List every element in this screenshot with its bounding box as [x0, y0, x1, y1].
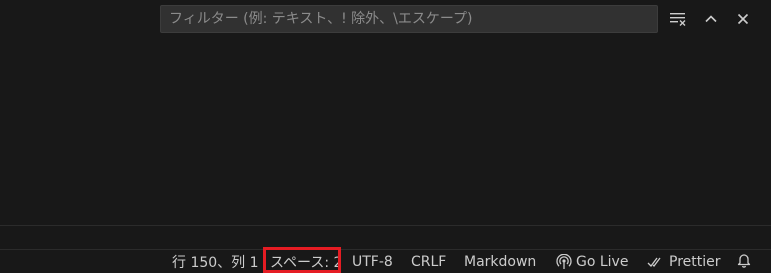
chevron-up-icon: [703, 11, 719, 27]
indentation-item[interactable]: スペース: 2: [270, 250, 342, 273]
language-mode-label: Markdown: [464, 253, 537, 270]
cursor-position-item[interactable]: 行 150、列 1: [172, 250, 259, 273]
cursor-position-label: 行 150、列 1: [172, 254, 259, 271]
bell-icon: [736, 252, 752, 272]
scroll-up-button[interactable]: [700, 8, 722, 30]
clear-filter-button[interactable]: [667, 8, 689, 30]
language-mode-item[interactable]: Markdown: [464, 250, 536, 273]
notifications-item[interactable]: [736, 250, 752, 273]
encoding-label: UTF-8: [352, 253, 393, 270]
go-live-item[interactable]: Go Live: [556, 250, 628, 273]
clear-filter-icon: [669, 11, 687, 27]
output-panel: [0, 0, 771, 225]
line-ending-label: CRLF: [411, 253, 447, 270]
broadcast-icon: [556, 253, 572, 270]
go-live-label: Go Live: [576, 253, 629, 270]
panel-divider: [0, 225, 771, 226]
indentation-label: スペース: 2: [270, 254, 343, 271]
prettier-item[interactable]: Prettier: [647, 250, 721, 273]
close-icon: [735, 11, 751, 27]
prettier-label: Prettier: [669, 253, 721, 270]
filter-input[interactable]: [160, 5, 658, 33]
encoding-item[interactable]: UTF-8: [352, 250, 393, 273]
close-button[interactable]: [732, 8, 754, 30]
status-bar: 行 150、列 1 スペース: 2 UTF-8 CRLF Markdown Go…: [0, 249, 771, 273]
double-check-icon: [647, 254, 665, 270]
line-ending-item[interactable]: CRLF: [411, 250, 446, 273]
